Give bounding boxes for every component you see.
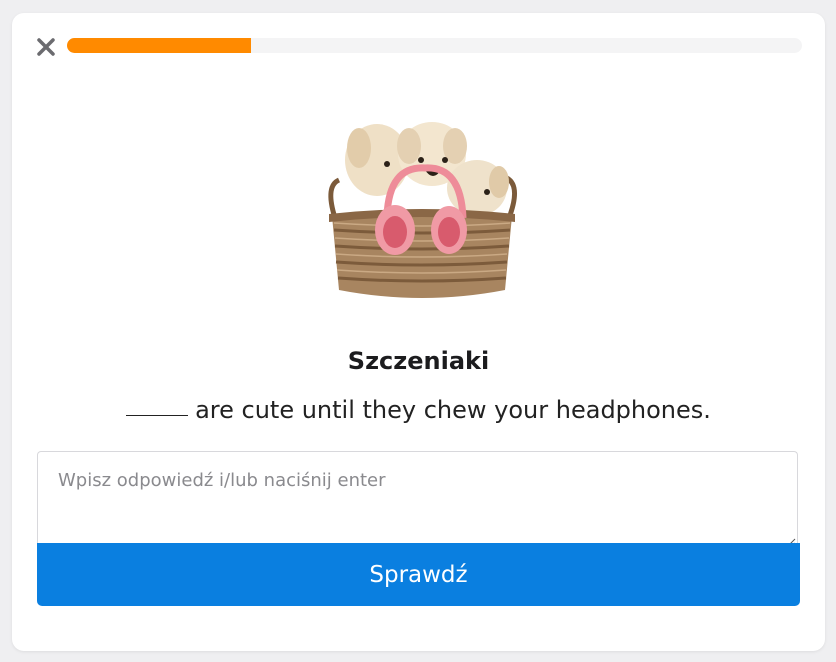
puppies-in-basket-image [317, 108, 527, 298]
answer-blank [126, 415, 189, 416]
answer-input[interactable] [37, 451, 798, 543]
progress-bar [67, 38, 802, 53]
sentence-text: are cute until they chew your headphones… [195, 396, 711, 424]
resize-grip-icon[interactable] [787, 532, 796, 547]
exercise-card: Szczeniaki are cute until they chew your… [12, 13, 825, 651]
progress-bar-fill [67, 38, 251, 53]
close-icon[interactable] [36, 37, 56, 57]
exercise-title: Szczeniaki [347, 347, 490, 375]
check-button[interactable]: Sprawdź [37, 543, 800, 606]
sentence-prompt: are cute until they chew your headphones… [12, 396, 825, 424]
